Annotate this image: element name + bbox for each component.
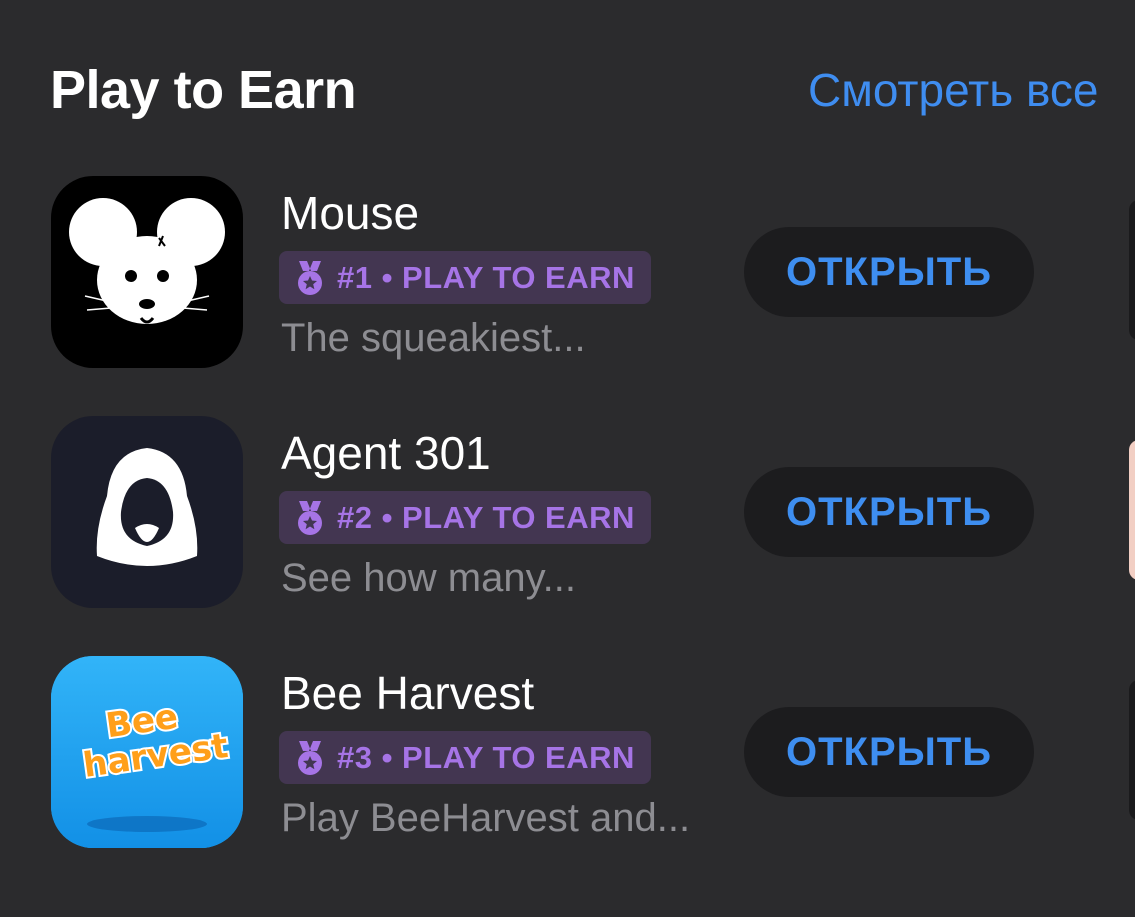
app-name[interactable]: Bee Harvest [281,666,534,720]
section-title: Play to Earn [50,60,357,120]
app-description: See how many... [281,556,576,600]
bee-harvest-logo-icon[interactable]: Bee harvest [51,656,243,848]
badge-text: #3 • PLAY TO EARN [337,739,635,775]
app-description: The squeakiest... [281,316,586,360]
app-name[interactable]: Agent 301 [281,426,491,480]
app-description: Play BeeHarvest and... [281,796,691,840]
hooded-agent-icon[interactable] [51,416,243,608]
badge-text: #2 • PLAY TO EARN [337,499,635,535]
medal-icon [293,259,327,297]
rank-badge: #1 • PLAY TO EARN [279,251,651,304]
next-column-app-icon[interactable] [1129,440,1135,580]
medal-icon [293,739,327,777]
badge-text: #1 • PLAY TO EARN [337,259,635,295]
open-button[interactable]: ОТКРЫТЬ [744,227,1034,317]
medal-icon [293,499,327,537]
next-column-app-icon[interactable] [1129,200,1135,340]
app-row[interactable]: Bee harvest Bee Harvest #3 • PLAY TO EAR… [0,656,1135,848]
open-button[interactable]: ОТКРЫТЬ [744,707,1034,797]
rank-badge: #2 • PLAY TO EARN [279,491,651,544]
app-row[interactable]: Mouse #1 • PLAY TO EARN The squeakiest..… [0,176,1135,368]
see-all-link[interactable]: Смотреть все [808,62,1098,118]
rank-badge: #3 • PLAY TO EARN [279,731,651,784]
next-column-app-icon[interactable] [1129,680,1135,820]
app-row[interactable]: Agent 301 #2 • PLAY TO EARN See how many… [0,416,1135,608]
mouse-icon[interactable] [51,176,243,368]
open-button[interactable]: ОТКРЫТЬ [744,467,1034,557]
app-name[interactable]: Mouse [281,186,419,240]
